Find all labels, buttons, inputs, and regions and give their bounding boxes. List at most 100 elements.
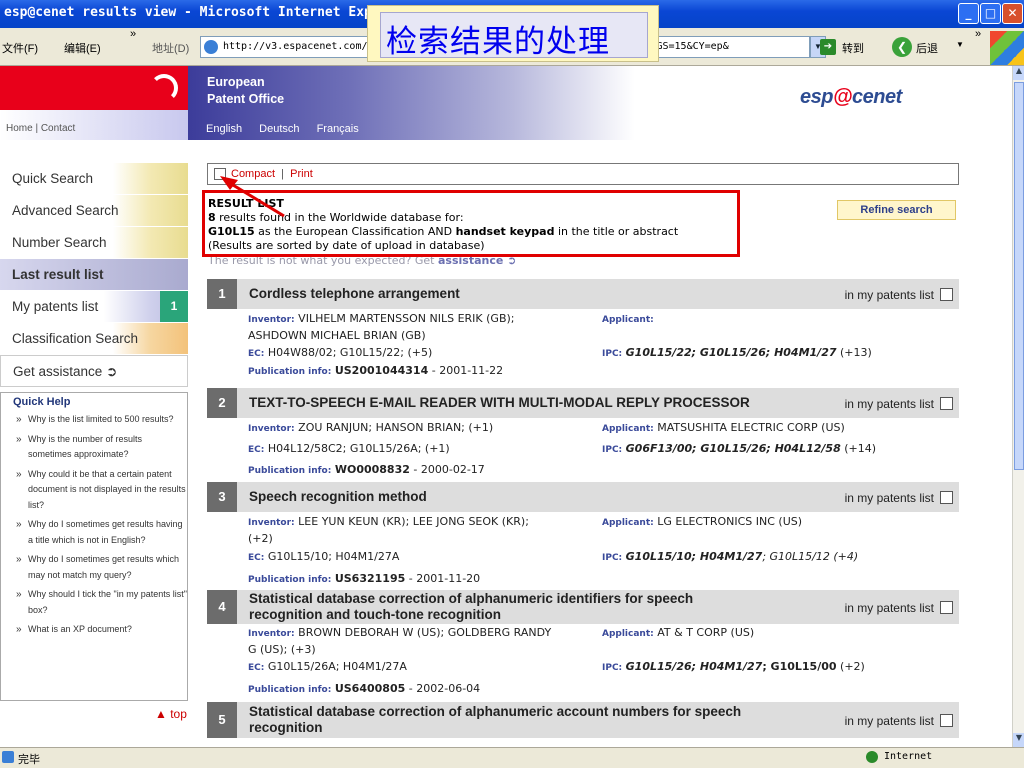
in-my-patents-toggle[interactable]: in my patents list: [845, 288, 953, 302]
home-contact-links[interactable]: Home | Contact: [6, 123, 75, 134]
help-question[interactable]: Why do I sometimes get results having a …: [1, 513, 187, 548]
back-button[interactable]: 后退: [916, 40, 938, 56]
page-done-icon: [2, 751, 14, 763]
result-title[interactable]: Speech recognition method: [249, 489, 427, 505]
help-question[interactable]: Why do I sometimes get results which may…: [1, 548, 187, 583]
refine-search-button[interactable]: Refine search: [837, 200, 956, 220]
slide-caption-box: 检索结果的处理: [367, 5, 659, 62]
scrollbar-thumb[interactable]: [1014, 82, 1024, 470]
back-dropdown-icon[interactable]: ▼: [956, 40, 964, 49]
result-ipc: G06F13/00; G10L15/26; H04L12/58: [625, 442, 841, 455]
result-inventor: BROWN DEBORAH W (US); GOLDBERG RANDY: [298, 626, 552, 639]
result-inventor: LEE YUN KEUN (KR); LEE JONG SEOK (KR);: [298, 515, 529, 528]
in-my-patents-toggle[interactable]: in my patents list: [845, 397, 953, 411]
nav-quick-search[interactable]: Quick Search: [0, 163, 188, 195]
result-item: 3 Speech recognition method in my patent…: [207, 482, 959, 592]
status-bar: 完毕 Internet: [0, 747, 1024, 768]
result-title[interactable]: Statistical database correction of alpha…: [249, 591, 693, 623]
print-link[interactable]: Print: [290, 168, 313, 180]
left-nav: Quick Search Advanced Search Number Sear…: [0, 163, 188, 387]
menu-overflow-chevron[interactable]: »: [130, 28, 136, 40]
display-options-bar: Compact | Print: [207, 163, 959, 185]
nav-advanced-search[interactable]: Advanced Search: [0, 195, 188, 227]
result-ec: G10L15/10; H04M1/27A: [267, 550, 400, 563]
result-ipc: G10L15/10; H04M1/27: [625, 550, 763, 563]
in-my-patents-toggle[interactable]: in my patents list: [845, 601, 953, 615]
security-zone: Internet: [884, 751, 933, 762]
go-button[interactable]: 转到: [842, 40, 864, 56]
result-title[interactable]: Cordless telephone arrangement: [249, 286, 460, 302]
back-arrow-icon[interactable]: ❮: [892, 37, 912, 57]
result-applicant: LG ELECTRONICS INC (US): [657, 515, 803, 528]
in-my-patents-checkbox[interactable]: [940, 288, 953, 301]
help-question[interactable]: Why is the number of results sometimes a…: [1, 428, 187, 463]
slide-caption: 检索结果的处理: [386, 24, 610, 60]
window-title: esp@cenet results view - Microsoft Inter…: [4, 5, 411, 20]
result-inventor: VILHELM MARTENSSON NILS ERIK (GB);: [298, 312, 515, 325]
result-item: 1 Cordless telephone arrangement in my p…: [207, 279, 959, 384]
result-inventor: ZOU RANJUN; HANSON BRIAN; (+1): [298, 421, 494, 434]
espacenet-logo: esp@cenet: [800, 86, 902, 108]
in-my-patents-toggle[interactable]: in my patents list: [845, 714, 953, 728]
result-title[interactable]: Statistical database correction of alpha…: [249, 704, 741, 736]
scroll-up-icon[interactable]: ▲: [1013, 66, 1024, 80]
close-button[interactable]: ✕: [1002, 3, 1023, 24]
nav-number-search[interactable]: Number Search: [0, 227, 188, 259]
scroll-down-icon[interactable]: ▼: [1013, 733, 1024, 747]
result-item: 4 Statistical database correction of alp…: [207, 590, 959, 702]
toolbar-overflow-chevron[interactable]: »: [975, 28, 981, 40]
page-content: Home | Contact European Patent Office En…: [0, 66, 1012, 747]
result-ec: H04W88/02; G10L15/22; (+5): [267, 346, 433, 359]
vertical-scrollbar[interactable]: ▲ ▼: [1012, 66, 1024, 747]
epo-name: European Patent Office: [207, 75, 285, 106]
in-my-patents-toggle[interactable]: in my patents list: [845, 491, 953, 505]
edit-menu[interactable]: 编辑(E): [64, 40, 101, 56]
lang-francais[interactable]: Français: [317, 123, 359, 135]
maximize-button[interactable]: □: [980, 3, 1001, 24]
globe-icon: [866, 751, 878, 763]
address-label: 地址(D): [152, 43, 190, 55]
windows-logo-icon: [990, 31, 1024, 65]
result-item: 2 TEXT-TO-SPEECH E-MAIL READER WITH MULT…: [207, 388, 959, 482]
lang-deutsch[interactable]: Deutsch: [259, 123, 299, 135]
go-arrow-icon[interactable]: ➔: [820, 39, 836, 55]
quick-help-title: Quick Help: [13, 396, 71, 408]
nav-my-patents-list[interactable]: My patents list 1: [0, 291, 188, 323]
epo-swirl-icon: [150, 74, 178, 102]
help-question[interactable]: Why is the list limited to 500 results?: [1, 408, 187, 428]
result-applicant: AT & T CORP (US): [657, 626, 755, 639]
in-my-patents-checkbox[interactable]: [940, 491, 953, 504]
ie-page-icon: [204, 40, 218, 54]
in-my-patents-checkbox[interactable]: [940, 397, 953, 410]
publication-number-link[interactable]: US6321195: [335, 572, 405, 585]
help-question[interactable]: What is an XP document?: [1, 618, 187, 638]
minimize-button[interactable]: _: [958, 3, 979, 24]
language-links: English Deutsch Français: [206, 123, 373, 135]
nav-get-assistance[interactable]: Get assistance ➲: [0, 355, 188, 387]
result-ipc: G10L15/22; G10L15/26; H04M1/27: [625, 346, 837, 359]
result-number: 5: [207, 702, 237, 738]
nav-classification-search[interactable]: Classification Search: [0, 323, 188, 355]
result-number: 1: [207, 279, 237, 309]
publication-number-link[interactable]: US6400805: [335, 682, 405, 695]
result-applicant: MATSUSHITA ELECTRIC CORP (US): [657, 421, 845, 434]
back-to-top-link[interactable]: ▲ top: [155, 707, 187, 721]
file-menu[interactable]: 文件(F): [2, 40, 38, 56]
result-ipc: G10L15/26; H04M1/27: [625, 660, 763, 673]
status-text: 完毕: [18, 753, 40, 766]
help-question[interactable]: Why could it be that a certain patent do…: [1, 463, 187, 514]
publication-number-link[interactable]: WO0008832: [335, 463, 410, 476]
in-my-patents-checkbox[interactable]: [940, 601, 953, 614]
help-question[interactable]: Why should I tick the "in my patents lis…: [1, 583, 187, 618]
publication-number-link[interactable]: US2001044314: [335, 364, 428, 377]
nav-last-result-list[interactable]: Last result list: [0, 259, 188, 291]
in-my-patents-checkbox[interactable]: [940, 714, 953, 727]
result-item: 5 Statistical database correction of alp…: [207, 702, 959, 738]
quick-help-panel: Quick Help Why is the list limited to 50…: [0, 392, 188, 701]
result-number: 3: [207, 482, 237, 512]
result-title[interactable]: TEXT-TO-SPEECH E-MAIL READER WITH MULTI-…: [249, 395, 750, 411]
annotation-arrow-icon: [220, 176, 285, 218]
epo-red-banner: [0, 66, 188, 110]
lang-english[interactable]: English: [206, 123, 242, 135]
result-ec: G10L15/26A; H04M1/27A: [267, 660, 407, 673]
